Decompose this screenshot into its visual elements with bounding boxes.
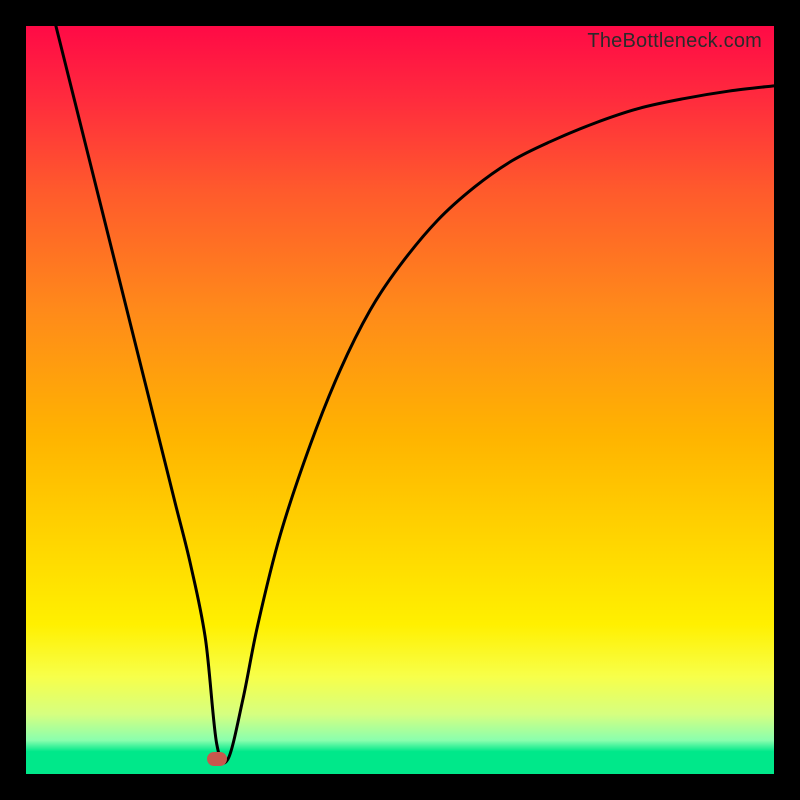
optimal-point-marker	[207, 752, 227, 766]
chart-plot-area: TheBottleneck.com	[26, 26, 774, 774]
bottleneck-curve-path	[56, 26, 774, 763]
chart-curve	[26, 26, 774, 774]
